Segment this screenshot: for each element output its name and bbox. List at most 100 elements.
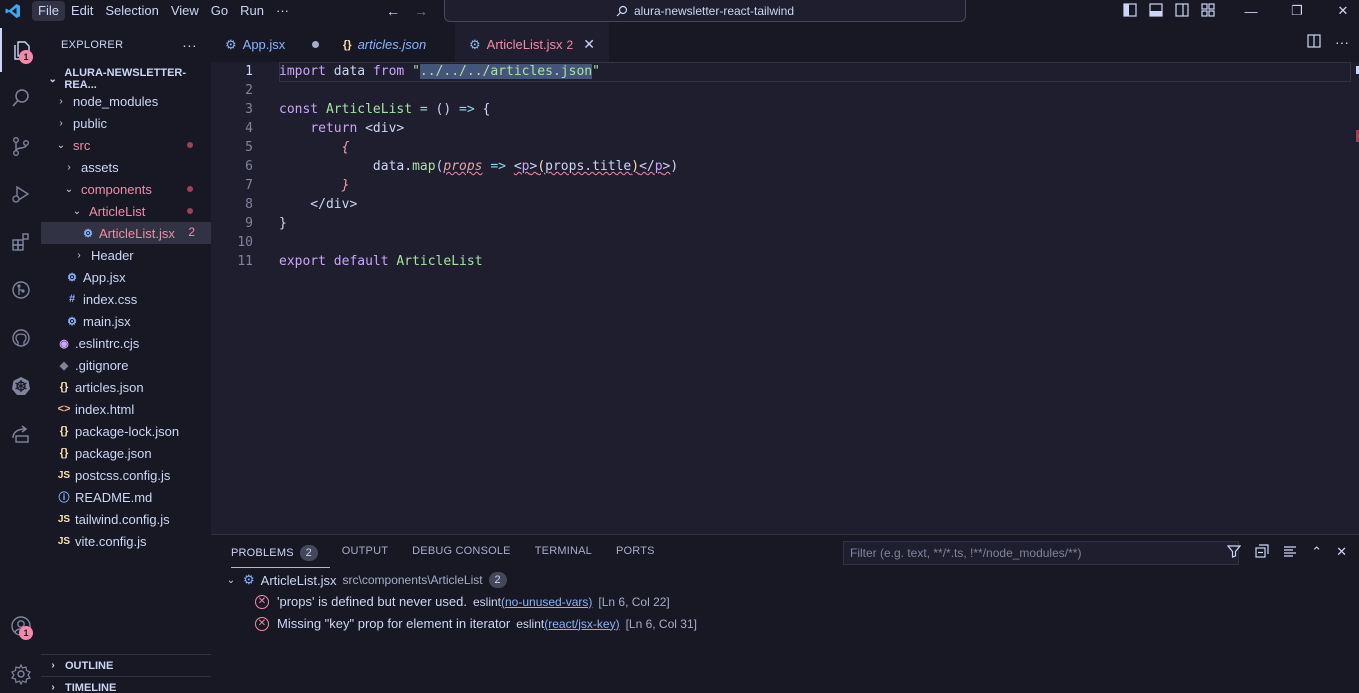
restore-icon[interactable]: ❐: [1274, 3, 1320, 19]
tree-item-components[interactable]: ⌄ components: [41, 178, 211, 200]
github-icon[interactable]: [0, 316, 41, 360]
tree-item-label: main.jsx: [83, 313, 131, 329]
tree-item-label: ArticleList.jsx: [99, 225, 175, 241]
menu-run[interactable]: Run: [234, 1, 270, 21]
tree-item-eslintrc[interactable]: ◉ .eslintrc.cjs: [41, 332, 211, 354]
tab-app-jsx[interactable]: ⚙ App.jsx: [211, 22, 329, 67]
tab-output[interactable]: OUTPUT: [342, 545, 400, 568]
problem-rule-link[interactable]: (react/jsx-key): [544, 617, 619, 631]
tree-item-src[interactable]: ⌄ src: [41, 134, 211, 156]
code-line-8: </div>: [279, 197, 358, 212]
tab-articlelist-jsx[interactable]: ⚙ ArticleList.jsx 2 ✕: [455, 22, 609, 67]
split-editor-icon[interactable]: [1307, 34, 1321, 48]
outline-section[interactable]: › OUTLINE: [41, 654, 211, 676]
tab-articles-json[interactable]: {} articles.json: [329, 22, 455, 67]
json-file-icon: {}: [59, 447, 69, 459]
explorer-header: EXPLORER ···: [41, 22, 211, 68]
close-panel-icon[interactable]: ✕: [1336, 544, 1347, 560]
project-folder-header[interactable]: ⌄ ALURA-NEWSLETTER-REA...: [41, 67, 211, 91]
search-view-icon[interactable]: [0, 76, 41, 120]
menu-view[interactable]: View: [165, 1, 205, 21]
customize-layout-icon[interactable]: [1200, 2, 1216, 18]
tab-label: App.jsx: [242, 37, 286, 52]
tree-item-label: tailwind.config.js: [75, 511, 170, 527]
collapse-all-icon[interactable]: [1255, 544, 1269, 558]
code-line-5: {: [341, 140, 350, 155]
source-control-icon[interactable]: [0, 124, 41, 168]
code-editor[interactable]: 1 2 3 4 5 6 7 8 9 10 11 import data from…: [211, 62, 1359, 534]
tree-item-assets[interactable]: › assets: [41, 156, 211, 178]
tree-item-app-jsx[interactable]: ⚙ App.jsx: [41, 266, 211, 288]
tab-label: articles.json: [357, 37, 427, 52]
problem-row[interactable]: ✕ Missing "key" prop for element in iter…: [255, 616, 697, 631]
toggle-panel-icon[interactable]: [1148, 2, 1164, 18]
tree-item-public[interactable]: › public: [41, 112, 211, 134]
line-number: 5: [245, 140, 253, 155]
view-as-list-icon[interactable]: [1283, 544, 1297, 558]
tree-item-vite-config[interactable]: JS vite.config.js: [41, 530, 211, 552]
menu-go[interactable]: Go: [205, 1, 234, 21]
tab-label: PROBLEMS: [231, 547, 294, 559]
line-number: 11: [237, 254, 253, 269]
tree-item-gitignore[interactable]: ◆ .gitignore: [41, 354, 211, 376]
tab-ports[interactable]: PORTS: [616, 545, 667, 568]
toggle-secondary-sidebar-icon[interactable]: [1174, 2, 1190, 18]
tree-item-tailwind-config[interactable]: JS tailwind.config.js: [41, 508, 211, 530]
explorer-more-button[interactable]: ···: [182, 37, 197, 53]
problem-rule-link[interactable]: (no-unused-vars): [501, 595, 592, 609]
tree-item-package-json[interactable]: {} package.json: [41, 442, 211, 464]
settings-gear-icon[interactable]: [0, 652, 41, 693]
window-controls: — ❐ ✕: [1228, 0, 1359, 22]
filter-icon[interactable]: [1227, 544, 1242, 558]
minimize-icon[interactable]: —: [1228, 4, 1274, 19]
tree-item-main-jsx[interactable]: ⚙ main.jsx: [41, 310, 211, 332]
tree-item-header[interactable]: › Header: [41, 244, 211, 266]
maximize-panel-icon[interactable]: ⌃: [1311, 544, 1322, 560]
tree-item-articlelist-jsx[interactable]: ⚙ ArticleList.jsx 2: [41, 222, 211, 244]
timeline-section[interactable]: › TIMELINE: [41, 676, 211, 693]
tab-problems[interactable]: PROBLEMS 2: [231, 545, 330, 568]
tree-item-label: index.css: [83, 291, 138, 307]
accounts-icon[interactable]: 1: [0, 604, 41, 648]
tree-item-index-html[interactable]: <> index.html: [41, 398, 211, 420]
command-center[interactable]: alura-newsletter-react-tailwind: [444, 0, 966, 22]
extensions-icon[interactable]: [0, 220, 41, 264]
remote-explorer-icon[interactable]: [0, 412, 41, 456]
tree-item-readme[interactable]: ⓘ README.md: [41, 486, 211, 508]
close-window-icon[interactable]: ✕: [1320, 3, 1359, 19]
tree-item-label: src: [73, 137, 91, 153]
run-debug-icon[interactable]: [0, 172, 41, 216]
chevron-right-icon: ›: [59, 117, 63, 129]
tree-item-index-css[interactable]: # index.css: [41, 288, 211, 310]
explorer-icon[interactable]: 1: [0, 28, 41, 72]
tree-item-articles-json[interactable]: {} articles.json: [41, 376, 211, 398]
explorer-sidebar: EXPLORER ··· ⌄ ALURA-NEWSLETTER-REA... ›…: [41, 22, 211, 693]
menu-edit[interactable]: Edit: [65, 1, 99, 21]
close-tab-icon[interactable]: ✕: [583, 36, 595, 53]
chevron-right-icon: ›: [51, 660, 55, 671]
kubernetes-icon[interactable]: [0, 364, 41, 408]
back-arrow-icon[interactable]: ←: [386, 3, 400, 19]
problem-row[interactable]: ✕ 'props' is defined but never used. esl…: [255, 594, 670, 609]
tree-item-postcss-config[interactable]: JS postcss.config.js: [41, 464, 211, 486]
problem-file-row[interactable]: ⌄ ⚙ ArticleList.jsx src\components\Artic…: [225, 572, 507, 588]
forward-arrow-icon[interactable]: →: [414, 3, 428, 19]
tab-debug-console[interactable]: DEBUG CONSOLE: [412, 545, 523, 568]
menu-file[interactable]: File: [32, 1, 65, 21]
menu-more[interactable]: ···: [270, 1, 295, 21]
more-actions-icon[interactable]: ···: [1335, 34, 1349, 50]
menu-selection[interactable]: Selection: [99, 1, 164, 21]
timeline-label: TIMELINE: [65, 681, 117, 693]
tree-item-articlelist-folder[interactable]: ⌄ ArticleList: [41, 200, 211, 222]
tab-terminal[interactable]: TERMINAL: [535, 545, 604, 568]
tree-item-package-lock[interactable]: {} package-lock.json: [41, 420, 211, 442]
git-graph-icon[interactable]: [0, 268, 41, 312]
outline-label: OUTLINE: [65, 659, 114, 672]
tree-item-node-modules[interactable]: › node_modules: [41, 90, 211, 112]
tree-item-label: articles.json: [75, 379, 144, 395]
toggle-primary-sidebar-icon[interactable]: [1122, 2, 1138, 18]
eslint-file-icon: ◉: [59, 337, 69, 350]
title-bar: File Edit Selection View Go Run ··· ← → …: [0, 0, 1359, 22]
code-line-6: data.map(props => <p>(props.title)</p>): [279, 159, 679, 174]
problems-filter-input[interactable]: Filter (e.g. text, **/*.ts, !**/node_mod…: [843, 541, 1239, 565]
